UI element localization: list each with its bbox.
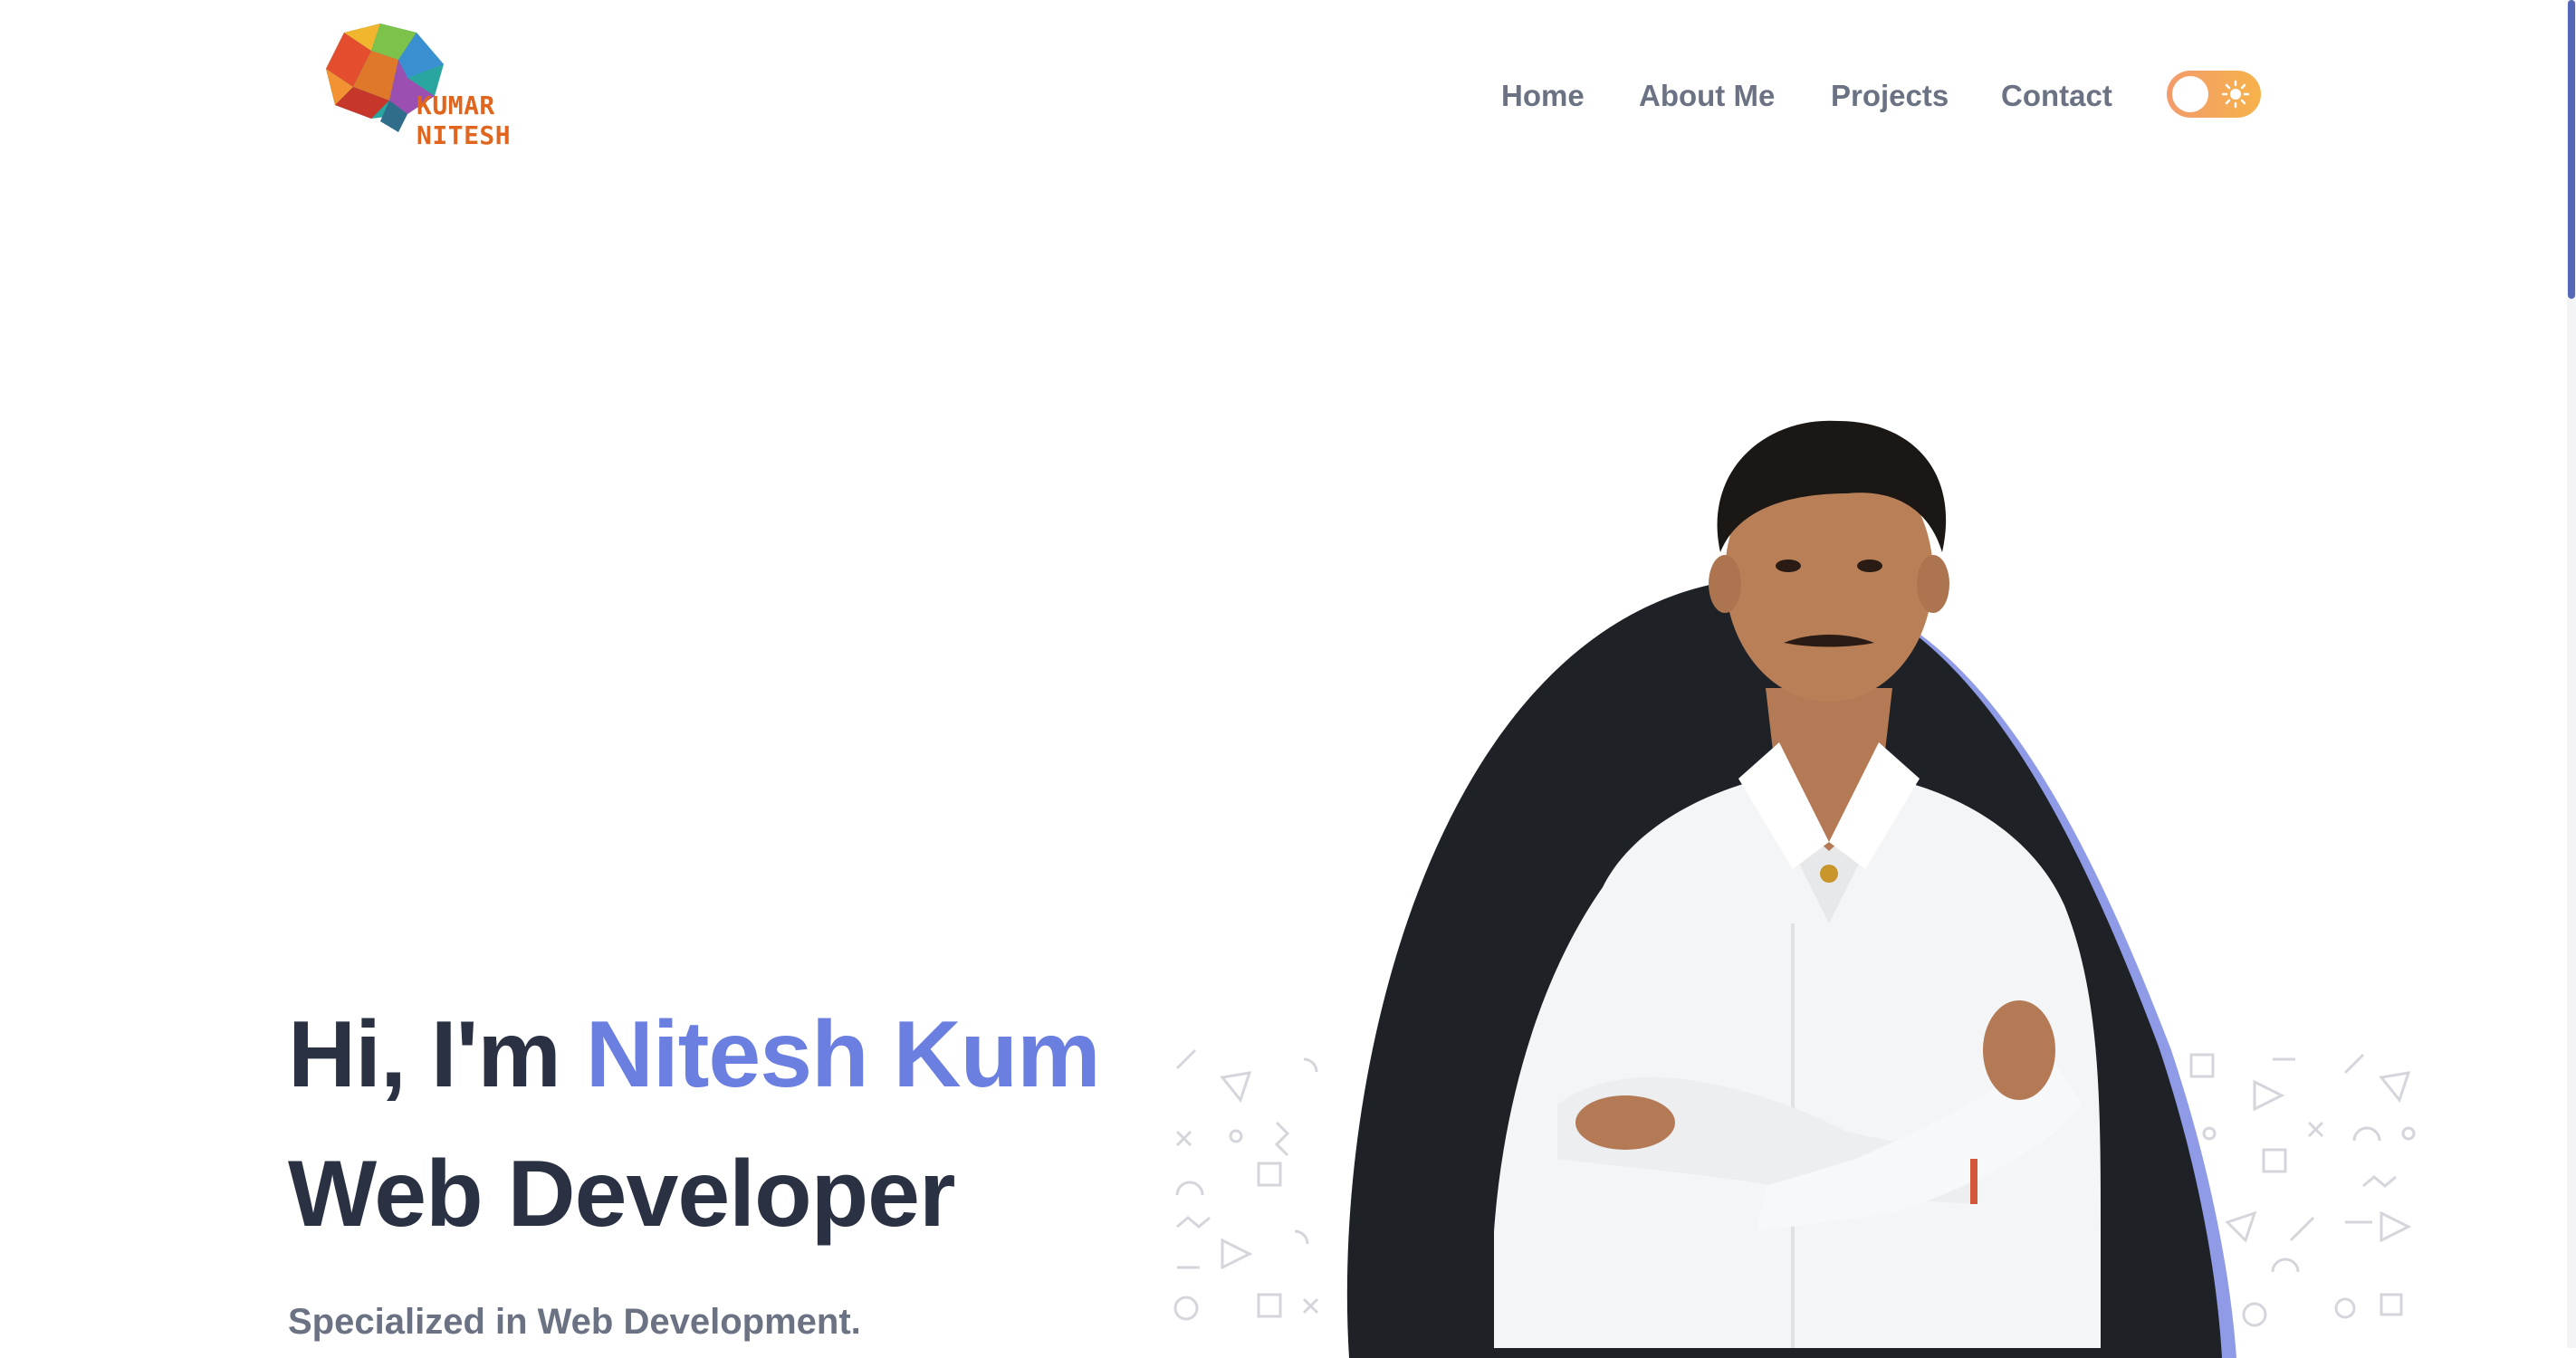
hero-typed-name: Nitesh Kum (585, 1002, 1101, 1107)
hero-role: Web Developer (288, 1142, 955, 1247)
hero-subtitle: Specialized in Web Development. (288, 1302, 861, 1342)
page-scrollbar[interactable] (2567, 0, 2576, 1348)
nav-home[interactable]: Home (1501, 76, 1585, 116)
sun-icon (2221, 80, 2250, 109)
profile-photo (1494, 420, 2101, 1348)
theme-toggle[interactable] (2167, 71, 2261, 118)
toggle-knob (2172, 76, 2208, 112)
hero-greeting: Hi, I'm (288, 1002, 586, 1107)
hero-heading: Hi, I'm Nitesh Kum (288, 1002, 1101, 1107)
nav-about-me[interactable]: About Me (1639, 76, 1775, 116)
scrollbar-thumb[interactable] (2568, 0, 2575, 299)
nav-contact[interactable]: Contact (2001, 76, 2112, 116)
nav-projects[interactable]: Projects (1831, 76, 1949, 116)
